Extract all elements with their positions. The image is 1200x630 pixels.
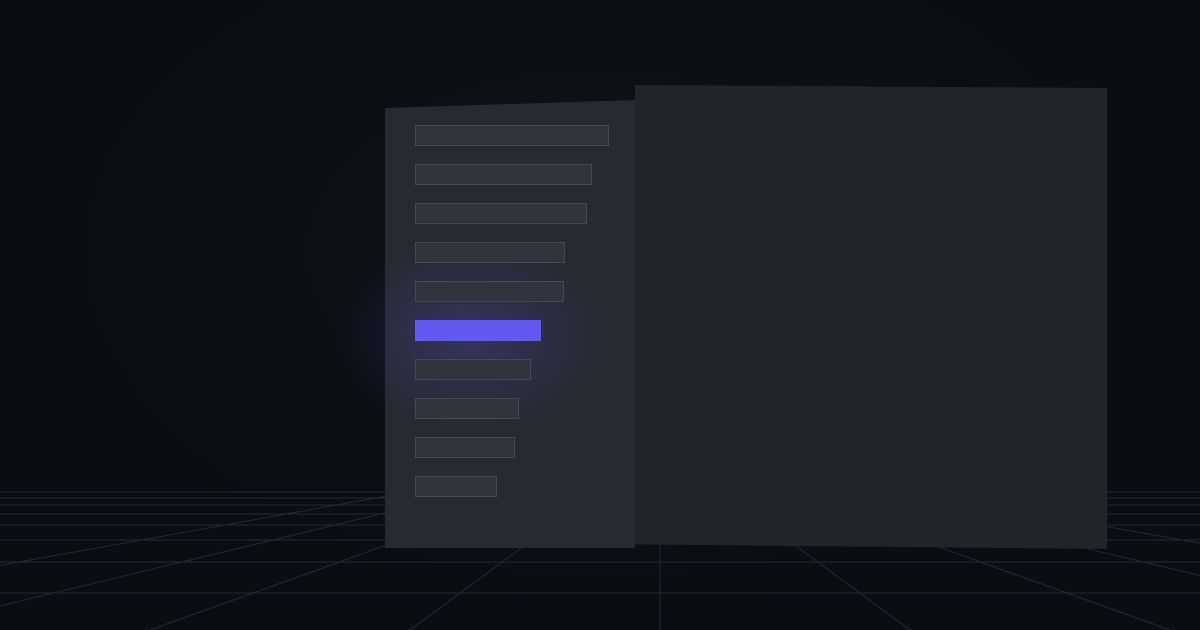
sidebar-item-8[interactable] [415, 398, 519, 419]
sidebar-item-10[interactable] [415, 476, 497, 497]
sidebar-item-9[interactable] [415, 437, 515, 458]
sidebar-item-6-active[interactable] [415, 320, 541, 341]
content-panel [635, 85, 1107, 549]
sidebar-item-7[interactable] [415, 359, 531, 380]
sidebar-item-1[interactable] [415, 125, 609, 146]
scene [0, 0, 1200, 630]
sidebar-item-2[interactable] [415, 164, 592, 185]
sidebar-item-5[interactable] [415, 281, 564, 302]
sidebar-item-4[interactable] [415, 242, 565, 263]
sidebar-item-3[interactable] [415, 203, 587, 224]
